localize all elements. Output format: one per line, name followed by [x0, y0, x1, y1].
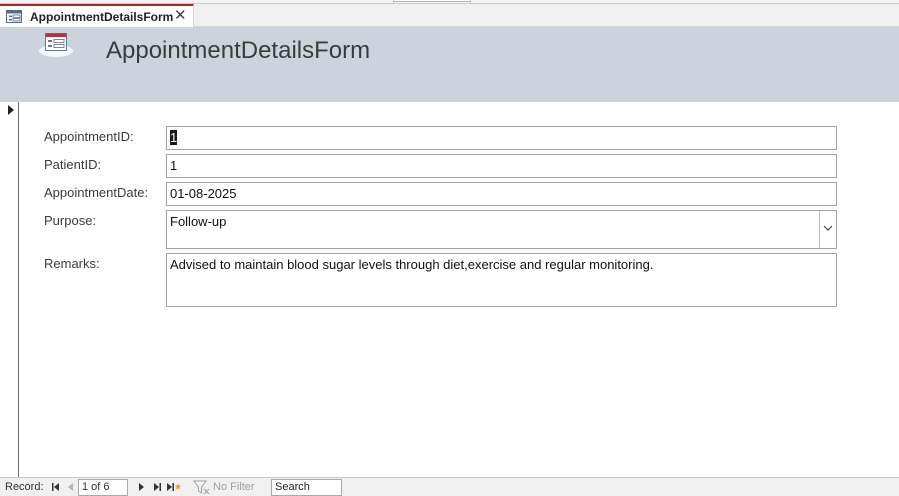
- next-record-icon: [139, 483, 144, 491]
- new-record-button[interactable]: [166, 481, 182, 493]
- last-record-icon: [154, 483, 161, 491]
- appointment-id-value: 1: [170, 130, 178, 145]
- purpose-label: Purpose:: [44, 213, 97, 228]
- first-record-icon: [52, 483, 59, 491]
- close-icon[interactable]: ✕: [174, 7, 187, 25]
- form-header: AppointmentDetailsForm: [0, 27, 899, 102]
- search-input[interactable]: Search: [271, 479, 342, 496]
- record-navigation-bar: Record: 1 of 6 No Filter Search: [0, 477, 899, 496]
- appointment-date-value: 01-08-2025: [170, 186, 237, 201]
- chevron-down-icon: [823, 225, 833, 231]
- purpose-value: Follow-up: [170, 214, 227, 229]
- form-logo-icon: [37, 32, 75, 58]
- patient-id-value: 1: [170, 158, 178, 173]
- next-record-button[interactable]: [135, 481, 147, 493]
- form-title: AppointmentDetailsForm: [106, 37, 371, 64]
- appointment-date-field[interactable]: 01-08-2025: [166, 182, 837, 206]
- ribbon-collapse-handle[interactable]: [393, 0, 471, 2]
- first-record-button[interactable]: [50, 481, 62, 493]
- record-selector[interactable]: [0, 102, 19, 477]
- last-record-button[interactable]: [151, 481, 163, 493]
- previous-record-icon: [68, 483, 73, 491]
- filter-label: No Filter: [213, 481, 255, 493]
- new-record-icon: [167, 483, 182, 491]
- record-selector-arrow-icon: [8, 105, 14, 115]
- appointment-date-label: AppointmentDate:: [44, 185, 149, 200]
- remarks-value: Advised to maintain blood sugar levels t…: [170, 257, 654, 272]
- filter-icon: [193, 480, 210, 495]
- purpose-dropdown-button[interactable]: [819, 211, 836, 248]
- purpose-combobox[interactable]: Follow-up: [166, 210, 837, 249]
- remarks-textarea[interactable]: Advised to maintain blood sugar levels t…: [166, 253, 837, 307]
- patient-id-label: PatientID:: [44, 157, 102, 172]
- document-tab-bar: AppointmentDetailsForm ✕: [0, 4, 899, 27]
- tab-appointment-details-form[interactable]: AppointmentDetailsForm ✕: [0, 4, 194, 27]
- appointment-id-label: AppointmentID:: [44, 129, 134, 144]
- previous-record-button[interactable]: [65, 481, 77, 493]
- appointment-id-field[interactable]: 1: [166, 126, 837, 150]
- tab-label: AppointmentDetailsForm: [30, 10, 174, 24]
- patient-id-field[interactable]: 1: [166, 154, 837, 178]
- current-record-input[interactable]: 1 of 6: [78, 479, 128, 496]
- record-label: Record:: [5, 481, 44, 493]
- form-icon: [6, 10, 22, 23]
- remarks-label: Remarks:: [44, 256, 100, 271]
